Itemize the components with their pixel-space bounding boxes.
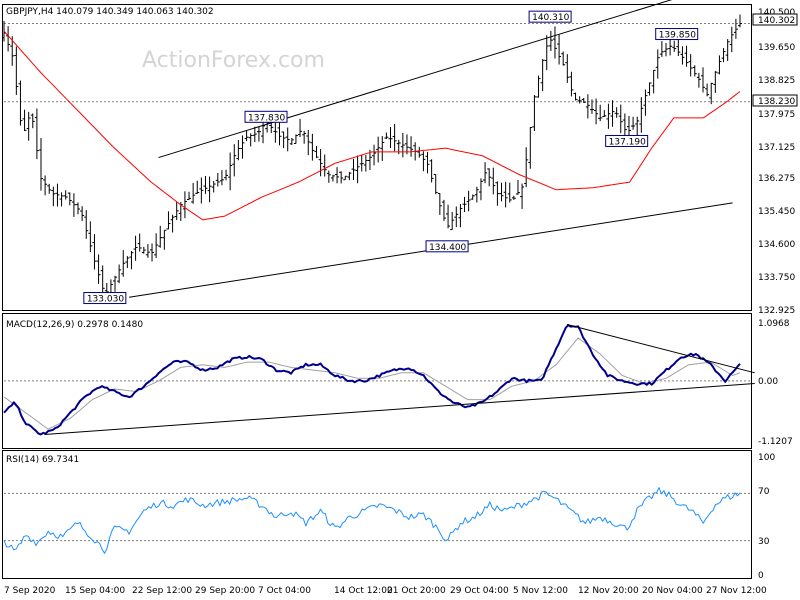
rsi-header: RSI(14) 69.7341 — [6, 455, 79, 465]
price-annotation-label: 137.190 — [609, 137, 646, 147]
x-tick-label: 21 Oct 20:00 — [387, 586, 446, 596]
price-y-tick: 134.600 — [758, 240, 795, 250]
x-tick-label: 7 Sep 2020 — [4, 586, 56, 596]
macd-y-tick: 1.0968 — [758, 319, 790, 329]
rsi-y-tick: 70 — [758, 487, 770, 497]
price-annotation-label: 133.030 — [87, 295, 124, 305]
x-tick-label: 29 Oct 04:00 — [450, 586, 509, 596]
price-y-tick: 137.125 — [758, 143, 795, 153]
macd-y-tick: -1.1207 — [758, 437, 793, 447]
x-tick-label: 5 Nov 12:00 — [513, 586, 568, 596]
macd-header: MACD(12,26,9) 0.2978 0.1480 — [6, 320, 143, 330]
rsi-y-tick: 0 — [758, 571, 764, 581]
price-y-tick: 133.750 — [758, 273, 795, 283]
price-annotation-label: 134.400 — [429, 243, 466, 253]
price-annotation-label: 139.850 — [659, 31, 696, 41]
level-label: 138.230 — [758, 97, 795, 107]
x-tick-label: 7 Oct 04:00 — [258, 586, 311, 596]
current-price-label: 140.302 — [758, 16, 795, 26]
price-y-tick: 137.975 — [758, 110, 795, 120]
x-tick-label: 12 Nov 20:00 — [578, 586, 639, 596]
x-tick-label: 20 Nov 04:00 — [642, 586, 703, 596]
x-tick-label: 29 Sep 20:00 — [195, 586, 255, 596]
rsi-y-tick: 30 — [758, 537, 770, 547]
price-panel-frame — [2, 4, 752, 311]
gbpjpy-chart: ActionForex.com GBPJPY,H4 140.079 140.34… — [2, 0, 798, 596]
price-y-tick: 139.650 — [758, 43, 795, 53]
price-annotation-label: 137.830 — [248, 113, 285, 123]
x-tick-label: 22 Sep 12:00 — [132, 586, 192, 596]
x-tick-label: 27 Nov 12:00 — [706, 586, 767, 596]
rsi-y-tick: 100 — [758, 453, 775, 463]
price-y-tick: 138.825 — [758, 76, 795, 86]
x-tick-label: 14 Oct 12:00 — [334, 586, 393, 596]
rsi-panel-frame — [2, 450, 752, 579]
price-y-tick: 132.925 — [758, 306, 795, 316]
price-header: GBPJPY,H4 140.079 140.349 140.063 140.30… — [6, 7, 214, 17]
price-annotation-label: 140.310 — [532, 13, 569, 23]
x-tick-label: 15 Sep 04:00 — [65, 586, 125, 596]
macd-y-tick: 0.00 — [758, 377, 778, 387]
price-y-tick: 136.275 — [758, 174, 795, 184]
price-y-tick: 135.450 — [758, 207, 795, 217]
watermark: ActionForex.com — [142, 48, 325, 73]
